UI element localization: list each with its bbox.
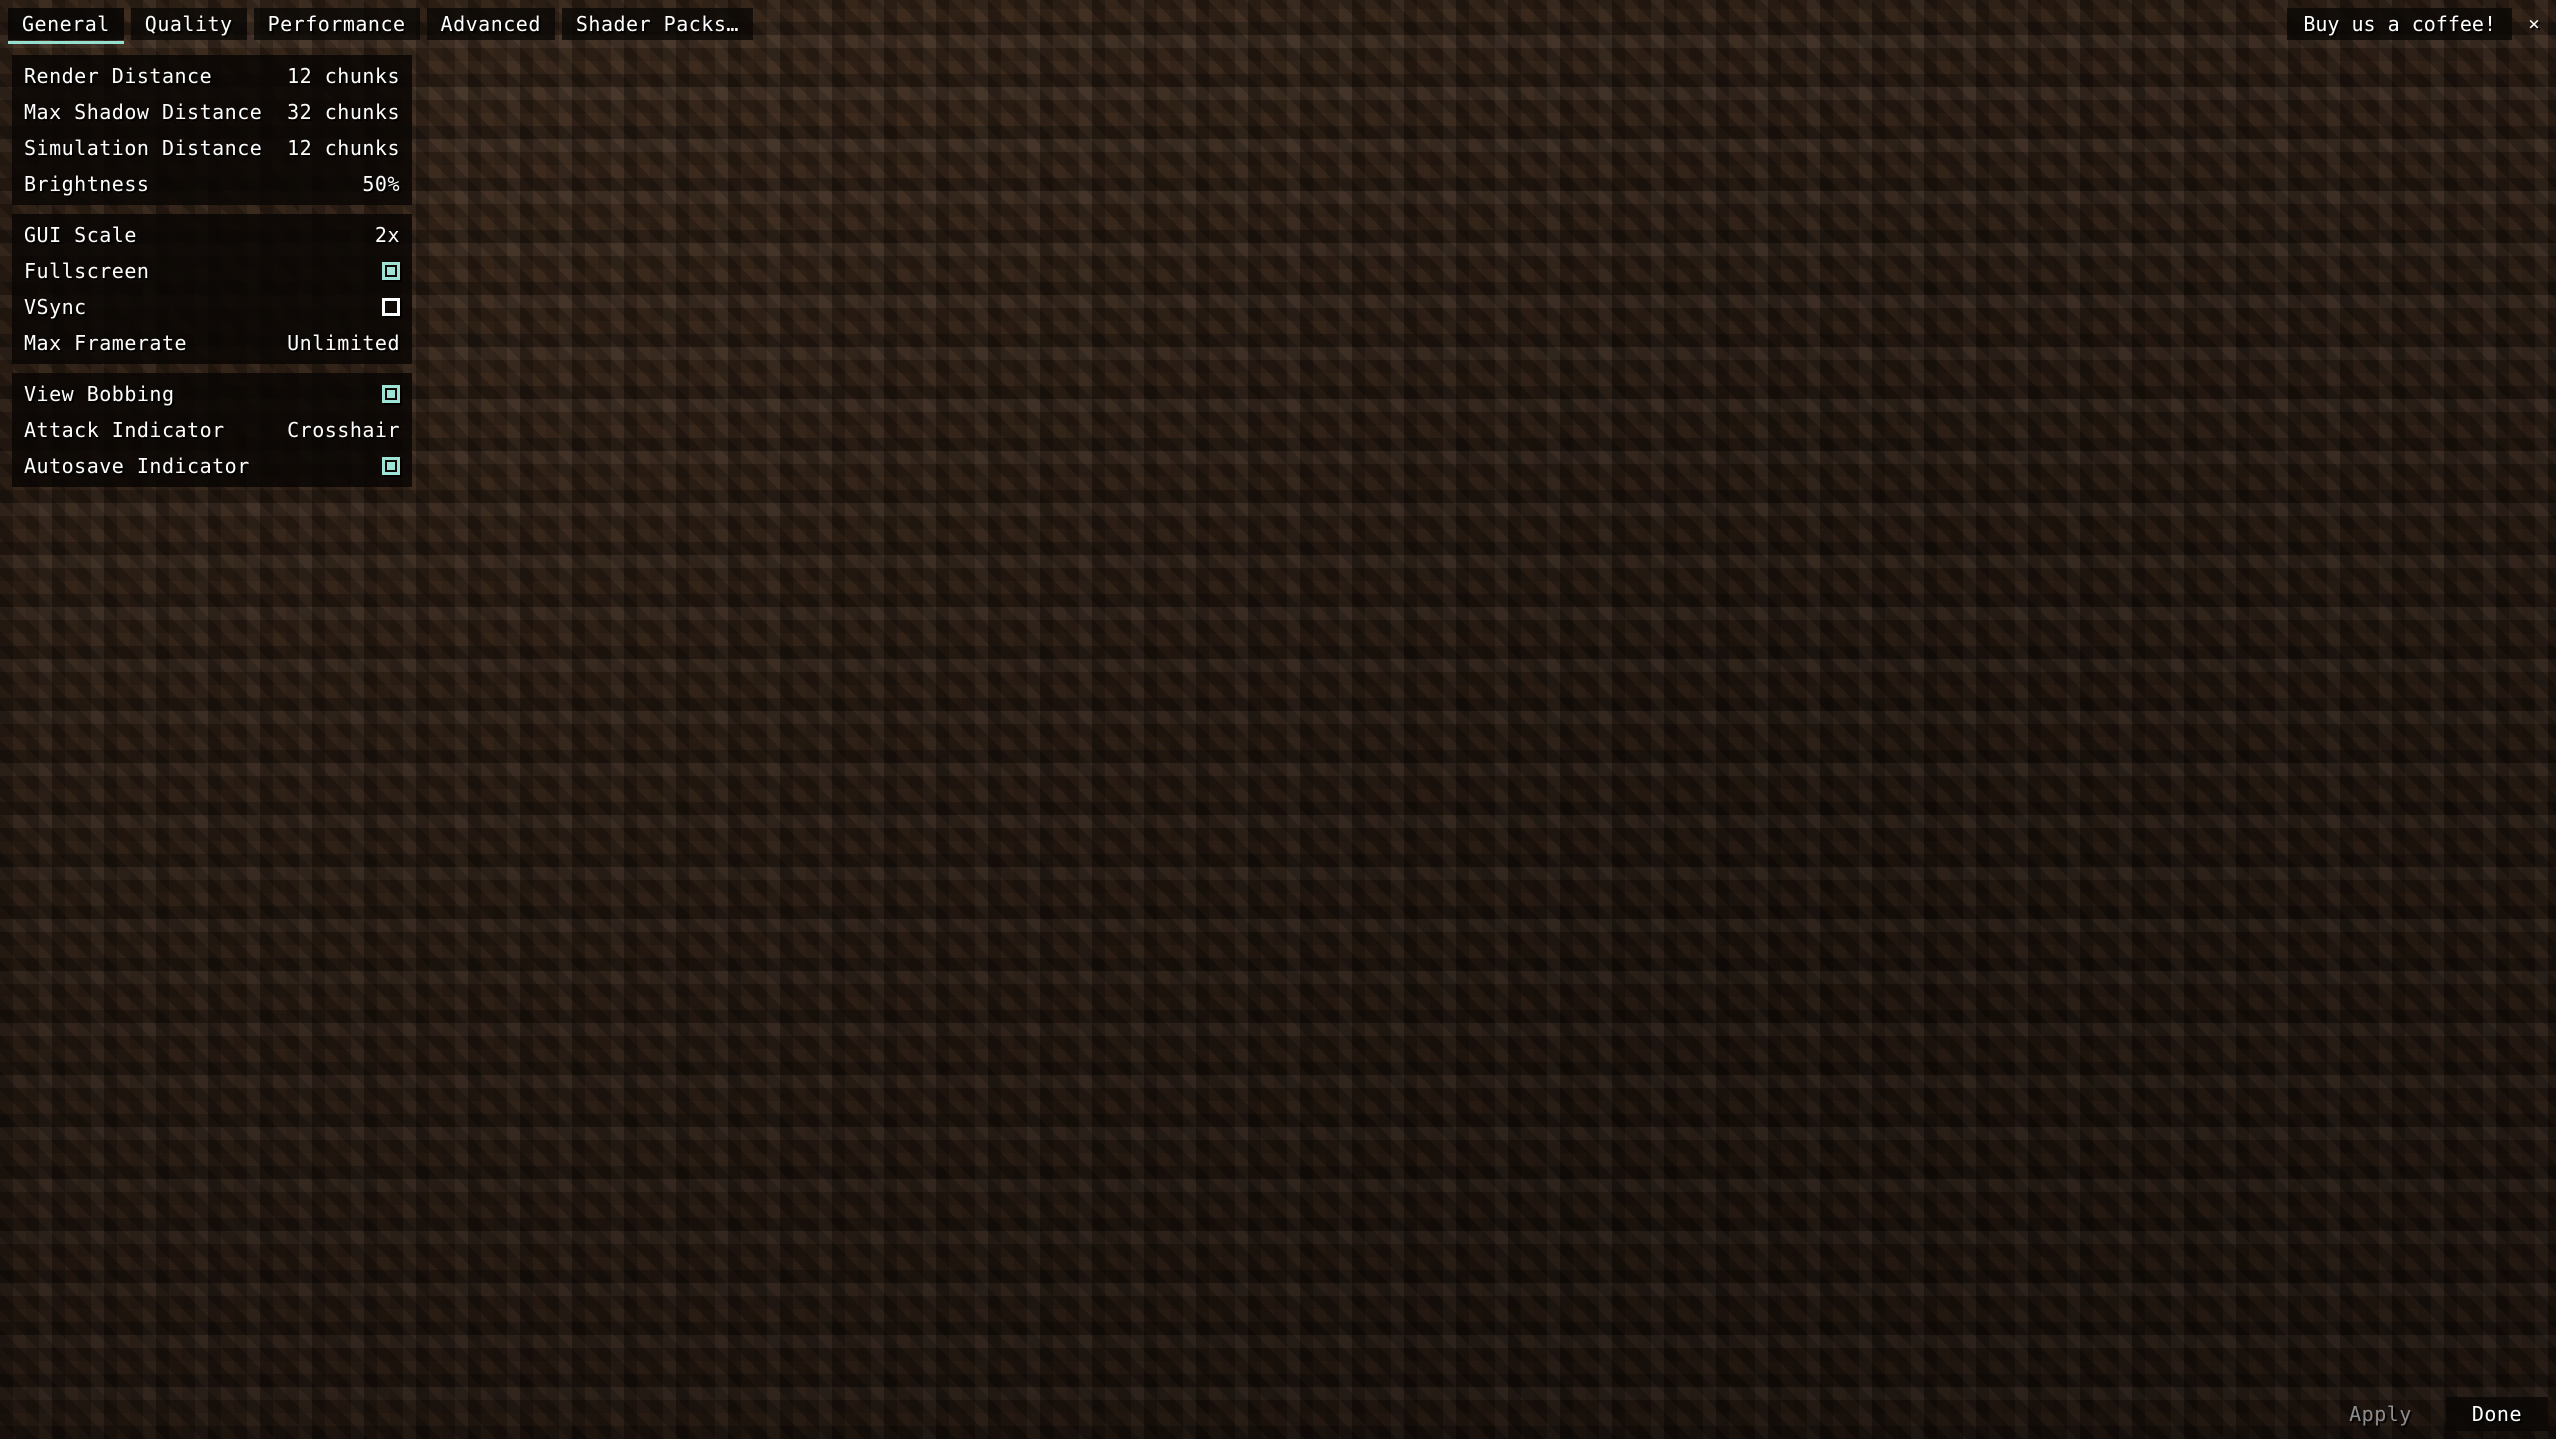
setting-row-render-distance[interactable]: Render Distance 12 chunks (12, 58, 412, 94)
setting-value: 12 chunks (287, 64, 400, 88)
setting-checkbox-fullscreen[interactable] (382, 262, 400, 280)
top-right-controls: Buy us a coffee! × (2287, 8, 2548, 40)
setting-value: Crosshair (287, 418, 400, 442)
tab-shader-packs[interactable]: Shader Packs… (561, 8, 753, 40)
done-button[interactable]: Done (2445, 1397, 2548, 1431)
tab-bar: General Quality Performance Advanced Shader … (8, 8, 753, 44)
setting-label: Max Framerate (24, 331, 188, 355)
setting-label: Attack Indicator (24, 418, 225, 442)
setting-label: Render Distance (24, 64, 213, 88)
setting-row-simulation-distance[interactable]: Simulation Distance 12 chunks (12, 130, 412, 166)
setting-value: 32 chunks (287, 100, 400, 124)
setting-value: 12 chunks (287, 136, 400, 160)
setting-label: VSync (24, 295, 87, 319)
tab-general[interactable]: General (8, 8, 124, 44)
setting-row-autosave-indicator[interactable]: Autosave Indicator (12, 448, 412, 484)
setting-label: Fullscreen (24, 259, 150, 283)
setting-row-gui-scale[interactable]: GUI Scale 2x (12, 217, 412, 253)
close-icon[interactable]: × (2520, 8, 2548, 40)
footer-buttons: Apply Done (2323, 1397, 2548, 1431)
setting-row-view-bobbing[interactable]: View Bobbing (12, 376, 412, 412)
setting-row-max-shadow-distance[interactable]: Max Shadow Distance 32 chunks (12, 94, 412, 130)
setting-value: 50% (362, 172, 400, 196)
settings-panel: Render Distance 12 chunks Max Shadow Dista… (12, 55, 412, 487)
setting-value: Unlimited (287, 331, 400, 355)
settings-group: View Bobbing Attack Indicator Crosshair Aut… (12, 373, 412, 487)
setting-label: GUI Scale (24, 223, 137, 247)
tab-advanced[interactable]: Advanced (426, 8, 555, 40)
settings-group: GUI Scale 2x Fullscreen VSync Max Framerate U… (12, 214, 412, 364)
setting-row-max-framerate[interactable]: Max Framerate Unlimited (12, 325, 412, 361)
buy-us-a-coffee-button[interactable]: Buy us a coffee! (2287, 8, 2512, 40)
settings-group: Render Distance 12 chunks Max Shadow Dista… (12, 55, 412, 205)
setting-checkbox-view-bobbing[interactable] (382, 385, 400, 403)
tab-quality[interactable]: Quality (130, 8, 247, 40)
tab-performance[interactable]: Performance (253, 8, 420, 40)
setting-row-attack-indicator[interactable]: Attack Indicator Crosshair (12, 412, 412, 448)
setting-label: View Bobbing (24, 382, 175, 406)
video-settings-screen: General Quality Performance Advanced Shader … (0, 0, 2556, 1439)
setting-checkbox-vsync[interactable] (382, 298, 400, 316)
apply-button[interactable]: Apply (2323, 1397, 2438, 1431)
setting-checkbox-autosave-indicator[interactable] (382, 457, 400, 475)
setting-row-brightness[interactable]: Brightness 50% (12, 166, 412, 202)
setting-row-vsync[interactable]: VSync (12, 289, 412, 325)
setting-row-fullscreen[interactable]: Fullscreen (12, 253, 412, 289)
setting-label: Simulation Distance (24, 136, 263, 160)
setting-label: Brightness (24, 172, 150, 196)
setting-label: Autosave Indicator (24, 454, 250, 478)
setting-value: 2x (374, 223, 400, 247)
setting-label: Max Shadow Distance (24, 100, 263, 124)
